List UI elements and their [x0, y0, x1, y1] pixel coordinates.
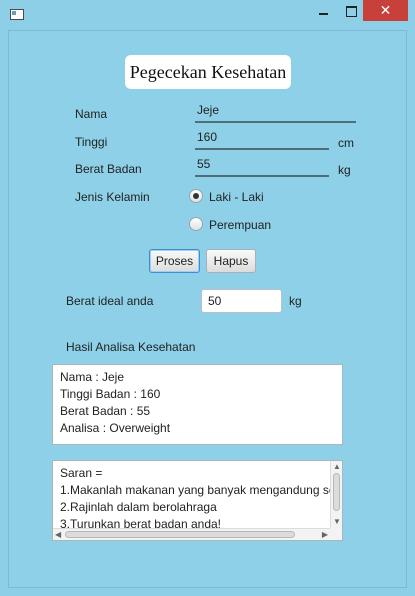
minimize-button[interactable] [309, 0, 337, 22]
vertical-scroll-thumb[interactable] [333, 473, 340, 511]
scroll-right-icon[interactable]: ▶ [322, 531, 328, 539]
ideal-weight-field[interactable]: 50 [201, 289, 282, 313]
hasil-line: Analisa : Overweight [60, 421, 171, 435]
tinggi-label: Tinggi [75, 135, 108, 149]
hasil-textarea[interactable]: Nama : Jeje Tinggi Badan : 160 Berat Badan… [52, 364, 343, 445]
berat-field[interactable]: 55 [195, 157, 329, 177]
minimize-icon [318, 13, 328, 15]
hasil-line: Tinggi Badan : 160 [60, 387, 161, 401]
scroll-corner [330, 528, 342, 540]
horizontal-scrollbar[interactable]: ◀ ▶ [53, 528, 330, 540]
radio-laki-laki-label[interactable]: Laki - Laki [209, 190, 264, 204]
window-icon [10, 9, 24, 20]
title-bar[interactable]: ✕ [0, 0, 415, 30]
berat-unit: kg [338, 163, 351, 177]
hasil-label: Hasil Analisa Kesehatan [66, 340, 196, 354]
nama-label: Nama [75, 107, 108, 121]
hasil-content: Nama : Jeje Tinggi Badan : 160 Berat Badan… [53, 365, 342, 441]
page-title: Pegecekan Kesehatan [125, 55, 291, 89]
saran-content: Saran = 1.Makanlah makanan yang banyak me… [53, 461, 342, 537]
close-button[interactable]: ✕ [363, 0, 408, 21]
vertical-scrollbar[interactable]: ▲ ▼ [330, 461, 342, 528]
saran-line: 1.Makanlah makanan yang banyak mengandun… [60, 483, 343, 497]
ideal-label: Berat ideal anda [66, 294, 154, 308]
app-window: ✕ Pegecekan Kesehatan Nama Jeje Tinggi 1… [0, 0, 415, 596]
hasil-line: Nama : Jeje [60, 370, 125, 384]
maximize-button[interactable] [337, 0, 365, 22]
berat-label: Berat Badan [75, 162, 142, 176]
saran-line: 2.Rajinlah dalam berolahraga [60, 500, 217, 514]
scroll-down-icon[interactable]: ▼ [333, 518, 341, 526]
scroll-up-icon[interactable]: ▲ [333, 463, 341, 471]
proses-button[interactable]: Proses [149, 249, 200, 273]
close-icon: ✕ [379, 2, 392, 18]
saran-line: Saran = [60, 466, 103, 480]
radio-perempuan[interactable] [189, 217, 203, 231]
tinggi-unit: cm [338, 136, 354, 150]
radio-laki-laki[interactable] [189, 189, 203, 203]
horizontal-scroll-thumb[interactable] [65, 531, 295, 538]
nama-field[interactable]: Jeje [195, 103, 356, 123]
scroll-left-icon[interactable]: ◀ [55, 531, 61, 539]
ideal-unit: kg [289, 294, 302, 308]
tinggi-field[interactable]: 160 [195, 130, 329, 150]
gender-label: Jenis Kelamin [75, 190, 150, 204]
hasil-line: Berat Badan : 55 [60, 404, 151, 418]
radio-perempuan-label[interactable]: Perempuan [209, 218, 271, 232]
maximize-icon [345, 5, 357, 17]
hapus-button[interactable]: Hapus [206, 249, 256, 273]
saran-textarea[interactable]: Saran = 1.Makanlah makanan yang banyak me… [52, 460, 343, 541]
